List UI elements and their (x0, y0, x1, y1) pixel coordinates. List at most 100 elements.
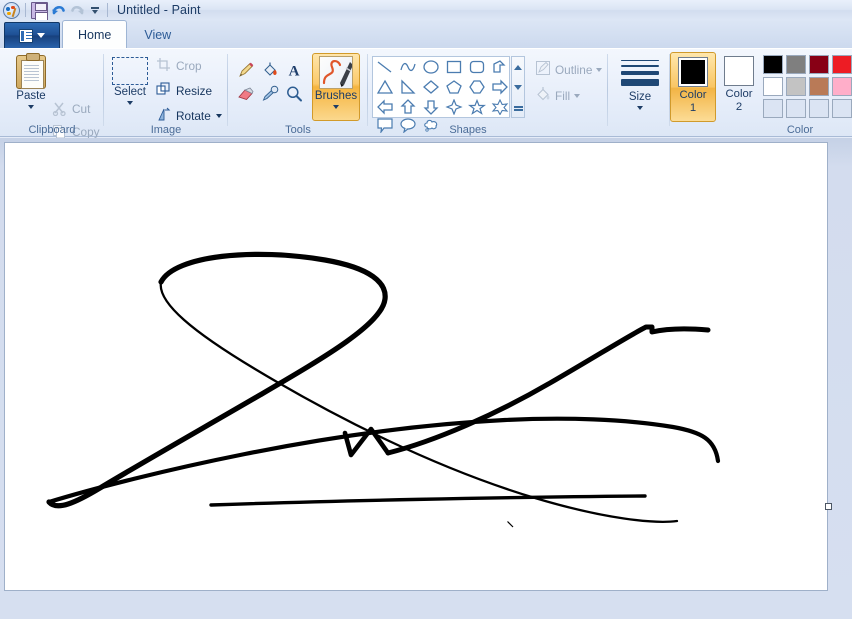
shape-triangle-icon[interactable] (373, 77, 396, 97)
selection-rectangle-icon (112, 57, 148, 85)
pencil-tool-icon[interactable] (234, 58, 258, 82)
color-picker-tool-icon[interactable] (258, 82, 282, 106)
shape-curve-icon[interactable] (396, 57, 419, 77)
shape-up-arrow-icon[interactable] (396, 97, 419, 117)
shape-right-arrow-icon[interactable] (488, 77, 511, 97)
handwritten-signature (46, 251, 721, 523)
shape-right-triangle-icon[interactable] (396, 77, 419, 97)
resize-icon (156, 82, 171, 100)
paste-button[interactable]: Paste (8, 53, 54, 119)
palette-swatch[interactable] (763, 77, 783, 96)
shapes-scrollbar[interactable] (511, 56, 525, 118)
color2-label: Color (725, 88, 753, 100)
shape-oval-icon[interactable] (419, 57, 442, 77)
palette-swatch[interactable] (763, 55, 783, 74)
save-icon[interactable] (31, 1, 48, 21)
text-tool-icon[interactable]: A (282, 58, 306, 82)
crop-button[interactable]: Crop (156, 57, 202, 75)
shapes-expand-icon[interactable] (512, 97, 524, 117)
eraser-tool-icon[interactable] (234, 82, 258, 106)
group-shapes: Outline Fill Shapes (368, 49, 608, 138)
select-label: Select (114, 86, 146, 98)
palette-swatch[interactable] (786, 55, 806, 74)
ribbon-tab-strip: Home View (0, 20, 852, 48)
palette-swatch[interactable] (832, 77, 852, 96)
file-menu-button[interactable] (4, 22, 60, 48)
tools-palette: A (234, 58, 306, 106)
scroll-down-icon[interactable] (512, 77, 524, 97)
cut-button[interactable]: Cut (52, 101, 91, 117)
chevron-down-icon (596, 67, 603, 72)
shapes-gallery[interactable] (372, 56, 510, 133)
divider (107, 3, 108, 17)
clipboard-icon (16, 53, 46, 89)
size-label: Size (628, 91, 652, 103)
brushes-label: Brushes (314, 90, 358, 102)
tab-view[interactable]: View (129, 22, 186, 48)
chevron-down-icon (574, 93, 581, 98)
outline-icon (535, 60, 551, 79)
scroll-up-icon[interactable] (512, 57, 524, 77)
palette-swatch[interactable] (809, 77, 829, 96)
fill-button[interactable]: Fill (535, 86, 581, 105)
customize-qat-icon[interactable] (88, 2, 102, 19)
shape-diamond-icon[interactable] (419, 77, 442, 97)
line-thickness-icon (621, 60, 659, 90)
resize-button[interactable]: Resize (156, 82, 212, 100)
title-bar: Untitled - Paint (0, 0, 852, 21)
palette-swatch[interactable] (832, 55, 852, 74)
rotate-icon (156, 107, 171, 125)
cut-label: Cut (72, 101, 91, 116)
resize-label: Resize (176, 84, 213, 98)
drawing-canvas[interactable] (4, 142, 828, 591)
tab-home[interactable]: Home (62, 20, 128, 48)
paint-window: Untitled - Paint Home View Paste Cut Cop… (0, 0, 852, 619)
chevron-down-icon (637, 106, 643, 110)
palette-swatch[interactable] (809, 55, 829, 74)
color2-swatch (724, 56, 754, 86)
paste-label: Paste (16, 90, 46, 102)
undo-icon[interactable] (50, 2, 67, 19)
group-clipboard: Paste Cut Copy Clipboard (0, 49, 104, 139)
shape-six-point-star-icon[interactable] (488, 97, 511, 117)
palette-swatch-empty[interactable] (763, 99, 783, 118)
shape-down-arrow-icon[interactable] (419, 97, 442, 117)
outline-button[interactable]: Outline (535, 60, 603, 79)
group-size: Size Size (608, 49, 670, 138)
group-label-color: Color (786, 124, 814, 136)
shape-five-point-star-icon[interactable] (465, 97, 488, 117)
right-middle-resize-handle[interactable] (825, 503, 832, 510)
shape-hexagon-icon[interactable] (465, 77, 488, 97)
shape-rounded-rectangle-icon[interactable] (465, 57, 488, 77)
shape-four-point-star-icon[interactable] (442, 97, 465, 117)
palette-swatch-empty[interactable] (832, 99, 852, 118)
color-palette[interactable] (762, 54, 852, 120)
rotate-button[interactable]: Rotate (156, 107, 222, 125)
palette-swatch-empty[interactable] (786, 99, 806, 118)
chevron-down-icon (215, 114, 222, 118)
outline-label: Outline (555, 62, 593, 77)
group-label-image: Image (150, 124, 182, 136)
color2-button[interactable]: Color 2 (716, 52, 762, 122)
brushes-button[interactable]: Brushes (312, 53, 360, 121)
fill-with-color-tool-icon[interactable] (258, 58, 282, 82)
svg-text:A: A (289, 64, 300, 80)
shape-line-icon[interactable] (373, 57, 396, 77)
group-label-shapes: Shapes (449, 124, 487, 136)
palette-swatch-empty[interactable] (809, 99, 829, 118)
shape-pentagon-icon[interactable] (442, 77, 465, 97)
shape-polygon-icon[interactable] (488, 57, 511, 77)
scissors-icon (52, 101, 67, 117)
shape-left-arrow-icon[interactable] (373, 97, 396, 117)
size-button[interactable]: Size (616, 54, 664, 120)
divider (25, 3, 26, 17)
shape-rectangle-icon[interactable] (442, 57, 465, 77)
magnifier-tool-icon[interactable] (282, 82, 306, 106)
window-title: Untitled - Paint (117, 3, 201, 17)
shape-grid (373, 57, 509, 133)
palette-swatch[interactable] (786, 77, 806, 96)
color1-label: Color (679, 89, 707, 101)
select-button[interactable]: Select (104, 53, 156, 119)
color1-button[interactable]: Color 1 (670, 52, 716, 122)
paint-app-icon[interactable] (3, 1, 20, 19)
